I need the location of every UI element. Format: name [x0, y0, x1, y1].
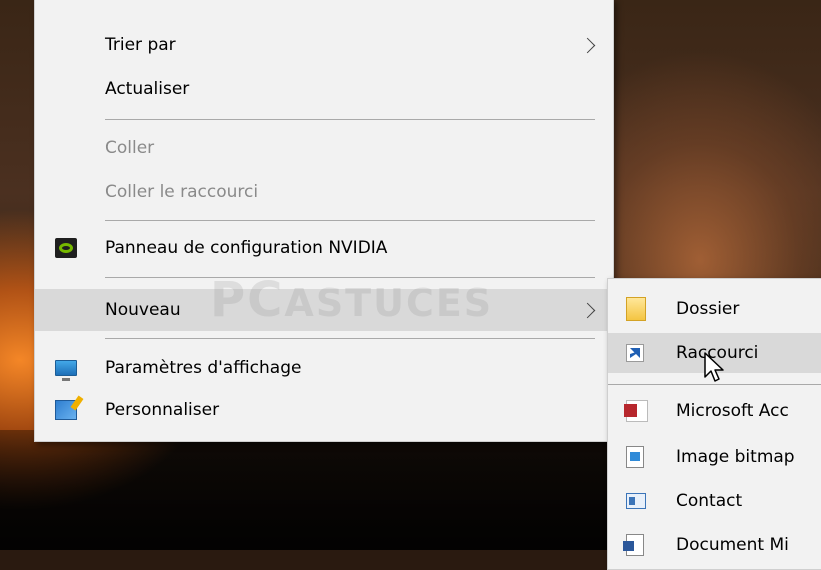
menu-item-trier-par[interactable]: Trier par [35, 25, 613, 65]
menu-item-actualiser[interactable]: Actualiser [35, 69, 613, 109]
menu-item-label: Nouveau [105, 300, 181, 320]
submenu-item-document[interactable]: Document Mi [608, 525, 821, 565]
submenu-item-label: Contact [676, 491, 743, 511]
menu-item-coller-raccourci[interactable]: Coller le raccourci [35, 172, 613, 212]
menu-separator [105, 220, 595, 221]
menu-separator [608, 384, 821, 385]
menu-item-label: Personnaliser [105, 400, 220, 420]
chevron-right-icon [579, 302, 596, 318]
mouse-pointer-icon [704, 352, 724, 382]
submenu-item-label: Microsoft Acc [676, 401, 789, 421]
submenu-item-label: Dossier [676, 299, 740, 319]
menu-item-label: Coller le raccourci [105, 182, 259, 202]
menu-item-coller[interactable]: Coller [35, 128, 613, 168]
menu-item-nouveau[interactable]: Nouveau [35, 289, 613, 331]
menu-separator [105, 338, 595, 339]
menu-item-label: Paramètres d'affichage [105, 358, 302, 378]
contact-icon [626, 493, 646, 509]
submenu-item-label: Image bitmap [676, 447, 795, 467]
nouveau-submenu: Dossier Raccourci Microsoft Acc Image bi… [607, 278, 821, 570]
menu-item-label: Trier par [105, 35, 176, 55]
shortcut-icon [626, 344, 644, 362]
chevron-right-icon [579, 37, 596, 53]
nvidia-icon [55, 238, 77, 258]
folder-icon [626, 297, 646, 321]
personalize-icon [55, 400, 77, 420]
desktop-context-menu: Trier par Actualiser Coller Coller le ra… [34, 0, 614, 442]
menu-separator [105, 277, 595, 278]
menu-item-personnaliser[interactable]: Personnaliser [35, 390, 613, 430]
submenu-item-microsoft-access[interactable]: Microsoft Acc [608, 391, 821, 431]
submenu-item-image-bitmap[interactable]: Image bitmap [608, 437, 821, 477]
menu-item-parametres-affichage[interactable]: Paramètres d'affichage [35, 348, 613, 388]
menu-item-label: Panneau de configuration NVIDIA [105, 238, 388, 258]
submenu-item-label: Document Mi [676, 535, 789, 555]
word-document-icon [623, 534, 644, 556]
menu-item-nvidia-control-panel[interactable]: Panneau de configuration NVIDIA [35, 228, 613, 268]
bitmap-image-icon [626, 446, 644, 468]
submenu-item-contact[interactable]: Contact [608, 481, 821, 521]
submenu-item-dossier[interactable]: Dossier [608, 289, 821, 329]
menu-item-label: Actualiser [105, 79, 190, 99]
menu-item-label: Coller [105, 138, 155, 158]
menu-separator [105, 119, 595, 120]
access-icon [624, 400, 648, 422]
display-settings-icon [55, 360, 77, 381]
